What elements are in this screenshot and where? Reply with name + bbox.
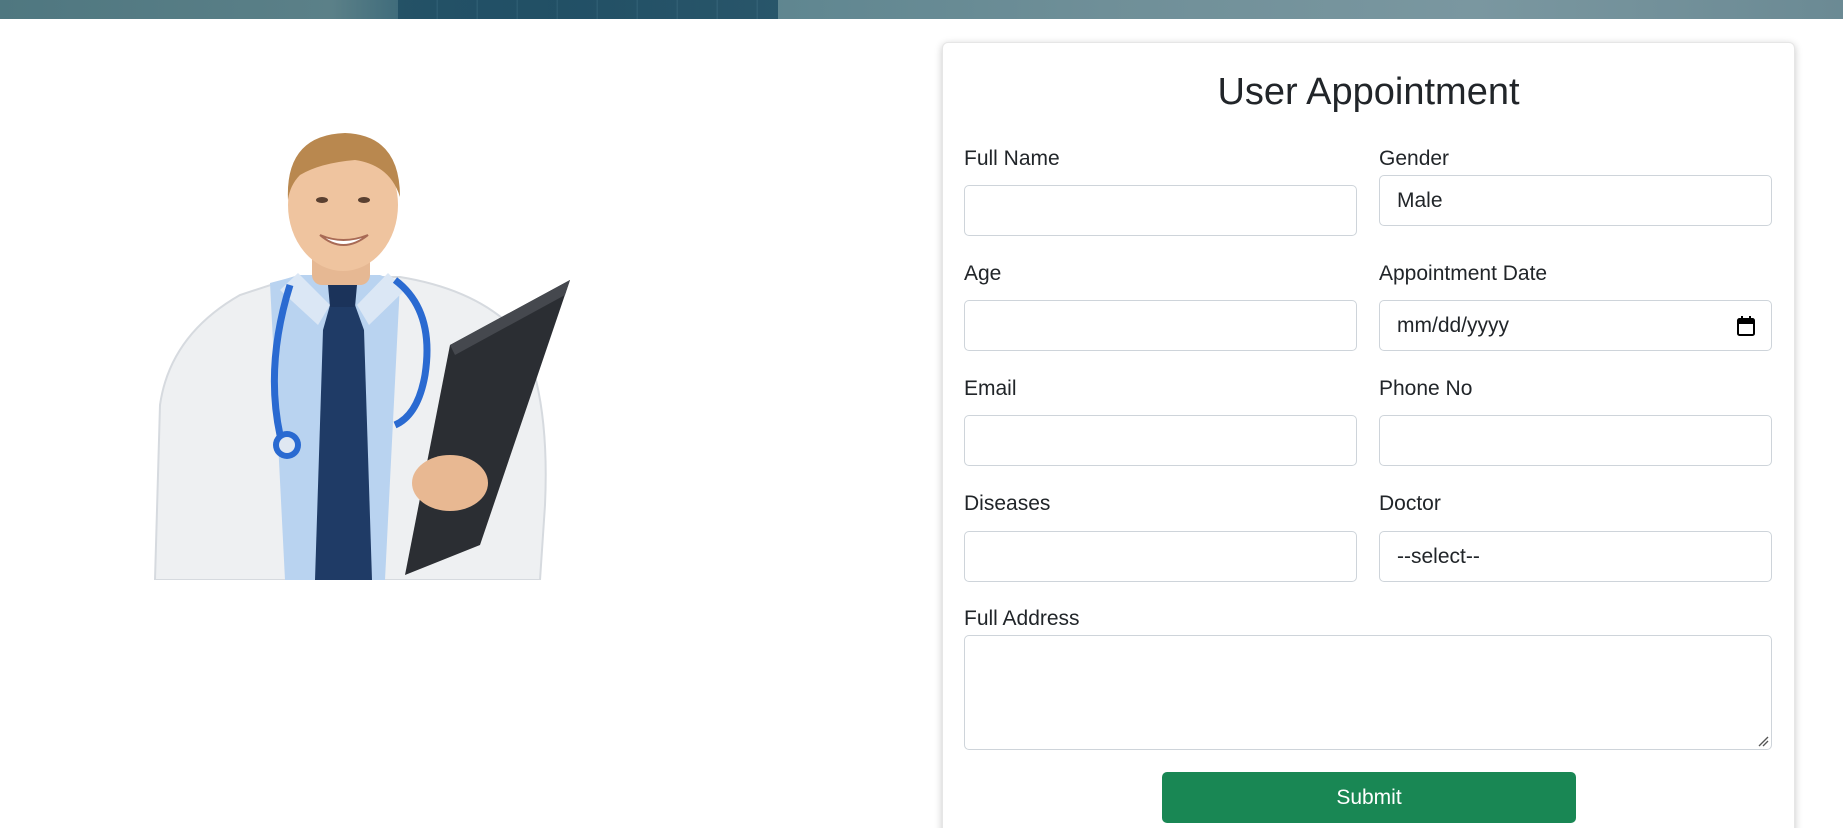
resize-handle-icon[interactable] [1757, 735, 1769, 747]
gender-input[interactable]: Male [1379, 175, 1772, 226]
doctor-select[interactable]: --select-- [1379, 531, 1772, 582]
appointment-date-placeholder: mm/dd/yyyy [1397, 313, 1510, 337]
appointment-form-card: User Appointment Full Name Gender Male A… [942, 42, 1795, 828]
email-input[interactable] [964, 415, 1357, 466]
form-title: User Appointment [1217, 71, 1520, 113]
diseases-input[interactable] [964, 531, 1357, 582]
calendar-icon[interactable] [1737, 316, 1755, 336]
banner-building-glass [398, 0, 778, 19]
phone-input[interactable] [1379, 415, 1772, 466]
full-name-label: Full Name [964, 147, 1060, 170]
phone-label: Phone No [1379, 377, 1473, 400]
header-banner-image [0, 0, 1843, 19]
diseases-label: Diseases [964, 492, 1051, 515]
gender-label: Gender [1379, 147, 1450, 170]
email-label: Email [964, 377, 1017, 400]
submit-button[interactable]: Submit [1162, 772, 1576, 823]
age-label: Age [964, 262, 1002, 285]
appointment-date-input[interactable]: mm/dd/yyyy [1379, 300, 1772, 351]
full-name-input[interactable] [964, 185, 1357, 236]
appointment-date-label: Appointment Date [1379, 262, 1548, 285]
full-address-label: Full Address [964, 607, 1080, 630]
doctor-label: Doctor [1379, 492, 1441, 515]
doctor-illustration [150, 105, 580, 581]
full-address-textarea[interactable] [964, 635, 1772, 750]
age-input[interactable] [964, 300, 1357, 351]
